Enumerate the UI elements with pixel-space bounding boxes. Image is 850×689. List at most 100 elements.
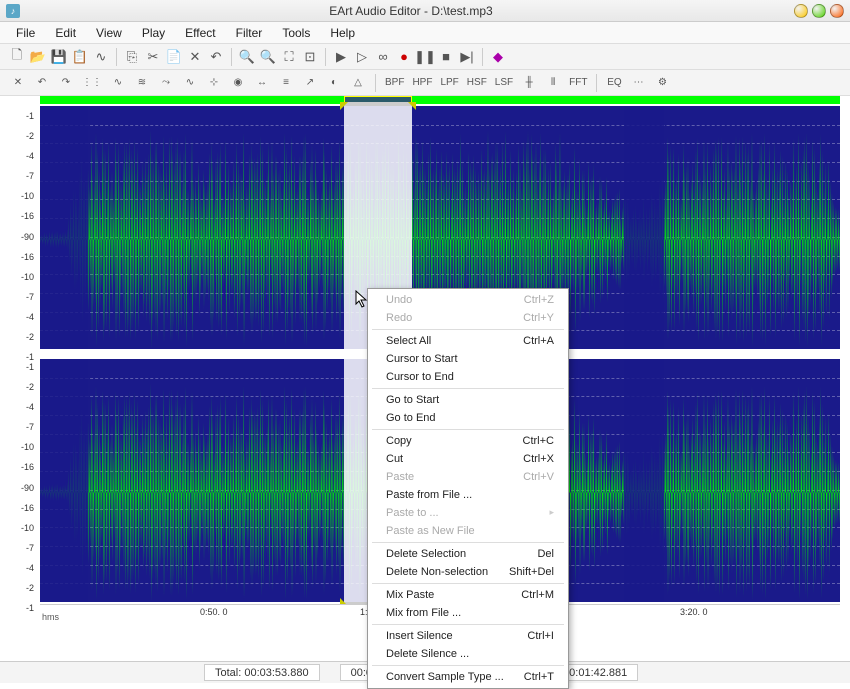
eq-icon[interactable]: EQ	[604, 74, 624, 92]
fx3-icon[interactable]: ≋	[132, 74, 152, 92]
fx1-icon[interactable]: ⋮⋮	[80, 74, 104, 92]
paste-icon[interactable]: 📄	[165, 48, 183, 66]
back-icon[interactable]: ↶	[32, 74, 52, 92]
menu-item-label: Select All	[386, 335, 431, 347]
fx8-icon[interactable]: ↔	[252, 74, 272, 92]
zoom-fit-icon[interactable]: ⛶	[280, 48, 298, 66]
props-icon[interactable]: 📋	[71, 48, 89, 66]
notch-icon[interactable]: ╫	[519, 74, 539, 92]
app-icon: ♪	[6, 4, 20, 18]
menu-item-mix-paste[interactable]: Mix PasteCtrl+M	[368, 586, 568, 604]
menu-item-delete-non-selection[interactable]: Delete Non-selectionShift+Del	[368, 563, 568, 581]
menu-item-go-to-end[interactable]: Go to End	[368, 409, 568, 427]
menu-item-paste: PasteCtrl+V	[368, 468, 568, 486]
hsf-icon[interactable]: HSF	[465, 74, 489, 92]
copy-icon[interactable]: ⎘	[123, 48, 141, 66]
fwd-icon[interactable]: ↷	[56, 74, 76, 92]
menu-item-paste-to-: Paste to ...	[368, 504, 568, 522]
menu-item-label: Delete Non-selection	[386, 566, 488, 578]
menu-item-shortcut: Ctrl+I	[527, 630, 554, 642]
menu-item-cut[interactable]: CutCtrl+X	[368, 450, 568, 468]
quiet-region	[40, 106, 88, 349]
db-tick: -1	[4, 111, 34, 121]
menu-tools[interactable]: Tools	[274, 24, 318, 42]
lpf-icon[interactable]: LPF	[438, 74, 460, 92]
menu-item-cursor-to-start[interactable]: Cursor to Start	[368, 350, 568, 368]
menu-item-delete-silence-[interactable]: Delete Silence ...	[368, 645, 568, 663]
menu-item-shortcut: Ctrl+T	[524, 671, 554, 683]
play-icon[interactable]: ▶	[332, 48, 350, 66]
menu-item-paste-from-file-[interactable]: Paste from File ...	[368, 486, 568, 504]
dot-icon[interactable]: ⋯	[628, 74, 648, 92]
menu-item-go-to-start[interactable]: Go to Start	[368, 391, 568, 409]
db-tick: -16	[4, 211, 34, 221]
zoom-sel-icon[interactable]: ⊡	[301, 48, 319, 66]
end-icon[interactable]: ▶|	[458, 48, 476, 66]
save-icon[interactable]: 💾	[50, 48, 68, 66]
hpf-icon[interactable]: HPF	[410, 74, 434, 92]
pause-icon[interactable]: ❚❚	[416, 48, 434, 66]
open-icon[interactable]: 📂	[29, 48, 47, 66]
fx2-icon[interactable]: ∿	[108, 74, 128, 92]
menu-filter[interactable]: Filter	[228, 24, 271, 42]
db-tick: -4	[4, 151, 34, 161]
menu-item-copy[interactable]: CopyCtrl+C	[368, 432, 568, 450]
menu-file[interactable]: File	[8, 24, 43, 42]
menu-item-convert-sample-type-[interactable]: Convert Sample Type ...Ctrl+T	[368, 668, 568, 686]
menu-item-mix-from-file-[interactable]: Mix from File ...	[368, 604, 568, 622]
quiet-region	[624, 359, 664, 602]
waveform-icon[interactable]: ∿	[92, 48, 110, 66]
record-icon[interactable]: ●	[395, 48, 413, 66]
menu-item-select-all[interactable]: Select AllCtrl+A	[368, 332, 568, 350]
amplitude-ruler: -1-2-4-7-10-16-90-16-10-7-4-2-1-1-2-4-7-…	[0, 106, 38, 608]
minimize-button[interactable]	[794, 4, 808, 18]
fx6-icon[interactable]: ⊹	[204, 74, 224, 92]
play-loop-icon[interactable]: ▷	[353, 48, 371, 66]
menu-item-shortcut: Ctrl+Y	[523, 312, 554, 324]
zoom-out-icon[interactable]: 🔍	[259, 48, 277, 66]
deselect-icon[interactable]: ✕	[8, 74, 28, 92]
tool-icon[interactable]: ⚙	[652, 74, 672, 92]
menu-item-insert-silence[interactable]: Insert SilenceCtrl+I	[368, 627, 568, 645]
menu-item-cursor-to-end[interactable]: Cursor to End	[368, 368, 568, 386]
menu-item-label: Copy	[386, 435, 412, 447]
menu-item-delete-selection[interactable]: Delete SelectionDel	[368, 545, 568, 563]
context-menu: UndoCtrl+Z Redo Ctrl+Y Select AllCtrl+A Curs…	[367, 288, 569, 689]
cut-icon[interactable]: ✂	[144, 48, 162, 66]
loop-icon[interactable]: ∞	[374, 48, 392, 66]
selection-handle-top[interactable]	[344, 102, 412, 106]
bpf-icon[interactable]: BPF	[383, 74, 406, 92]
db-tick: -10	[4, 442, 34, 452]
help-icon[interactable]: ◆	[489, 48, 507, 66]
db-tick: -1	[4, 362, 34, 372]
stop-icon[interactable]: ■	[437, 48, 455, 66]
fx10-icon[interactable]: ↗	[300, 74, 320, 92]
db-tick: -7	[4, 422, 34, 432]
fx9-icon[interactable]: ≡	[276, 74, 296, 92]
delete-icon[interactable]: ✕	[186, 48, 204, 66]
db-tick: -4	[4, 563, 34, 573]
menu-view[interactable]: View	[88, 24, 130, 42]
fx12-icon[interactable]: △	[348, 74, 368, 92]
maximize-button[interactable]	[812, 4, 826, 18]
undo-icon[interactable]: ↶	[207, 48, 225, 66]
new-icon[interactable]: 🗋	[8, 48, 26, 66]
close-button[interactable]	[830, 4, 844, 18]
db-tick: -16	[4, 252, 34, 262]
menu-item-label: Cursor to Start	[386, 353, 458, 365]
fx4-icon[interactable]: ⤳	[156, 74, 176, 92]
menu-play[interactable]: Play	[134, 24, 173, 42]
overview-bar[interactable]	[40, 96, 840, 104]
menu-effect[interactable]: Effect	[177, 24, 223, 42]
zoom-in-icon[interactable]: 🔍	[238, 48, 256, 66]
fx7-icon[interactable]: ◉	[228, 74, 248, 92]
fx11-icon[interactable]: ◐	[324, 74, 344, 92]
lsf-icon[interactable]: LSF	[493, 74, 515, 92]
fft-icon[interactable]: FFT	[567, 74, 589, 92]
fx5-icon[interactable]: ∿	[180, 74, 200, 92]
menu-edit[interactable]: Edit	[47, 24, 84, 42]
menu-item-label: Redo	[386, 312, 412, 324]
menu-item-undo: UndoCtrl+Z	[368, 291, 568, 309]
menu-help[interactable]: Help	[322, 24, 363, 42]
peak-icon[interactable]: ⫴	[543, 74, 563, 92]
